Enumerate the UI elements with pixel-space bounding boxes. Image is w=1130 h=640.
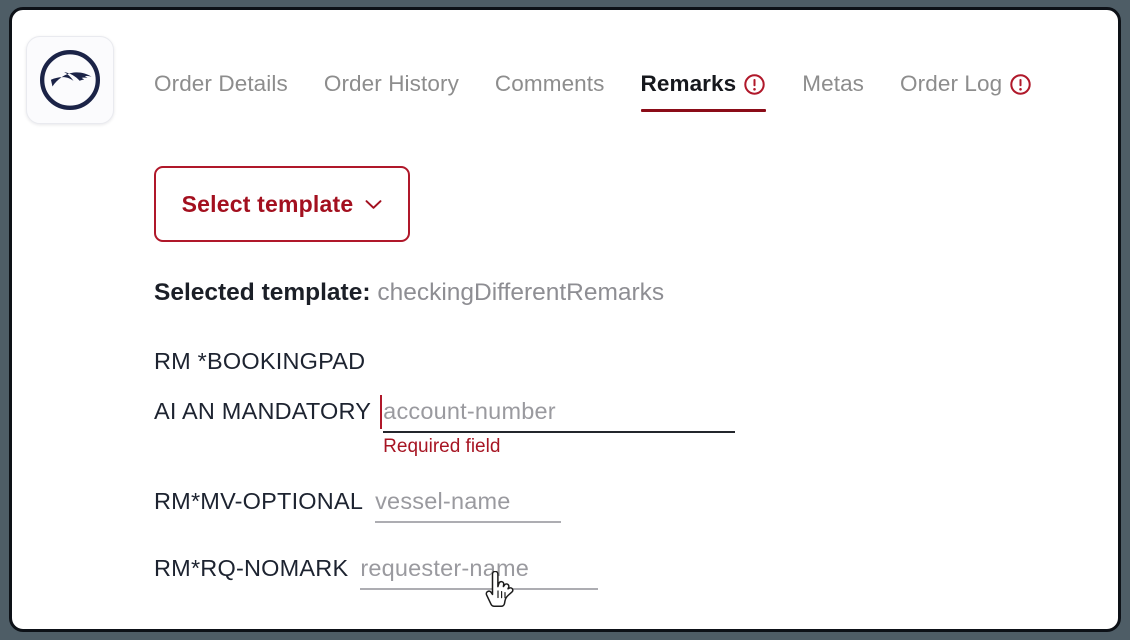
requester-name-placeholder[interactable]: requester-name	[360, 555, 598, 590]
selected-template-line: Selected template: checkingDifferentRema…	[154, 279, 664, 307]
chevron-down-icon	[365, 199, 382, 210]
field-underline	[360, 588, 599, 590]
selected-template-value: checkingDifferentRemarks	[377, 279, 665, 306]
tab-comments[interactable]: Comments	[495, 70, 605, 112]
tab-label: Order Log	[900, 71, 1003, 96]
form-row-mandatory: AI AN MANDATORY account-number Required …	[154, 395, 736, 457]
form-row-label: RM*RQ-NOMARK	[154, 555, 349, 581]
select-template-button[interactable]: Select template	[154, 166, 410, 242]
vessel-name-field[interactable]: vessel-name	[375, 488, 562, 523]
account-number-placeholder[interactable]: account-number	[383, 398, 735, 433]
form-row-optional: RM*MV-OPTIONAL vessel-name	[154, 488, 562, 523]
select-template-label: Select template	[181, 190, 354, 217]
active-tab-underline	[640, 109, 767, 112]
form-row-label: RM*MV-OPTIONAL	[154, 488, 364, 514]
tab-label: Order History	[323, 71, 459, 96]
tab-remarks[interactable]: Remarks	[640, 70, 767, 112]
tab-label: Remarks	[640, 71, 737, 96]
alert-circle-icon	[1009, 73, 1032, 96]
tab-order-log[interactable]: Order Log	[900, 70, 1032, 112]
requester-name-field[interactable]: requester-name	[360, 555, 599, 590]
form-row-label: RM *BOOKINGPAD	[154, 348, 366, 374]
tab-order-history[interactable]: Order History	[324, 70, 459, 112]
form-row-nomark: RM*RQ-NOMARK requester-name	[154, 555, 599, 590]
header: Order Details Order History Comments Rem…	[12, 10, 1118, 150]
tab-metas[interactable]: Metas	[802, 70, 864, 112]
tab-label: Order Details	[154, 71, 288, 96]
tab-label: Comments	[494, 71, 605, 96]
account-number-field[interactable]: account-number Required field	[380, 395, 736, 457]
app-logo-tile	[26, 36, 114, 124]
remarks-panel: Select template Selected template: check…	[12, 150, 1118, 629]
field-underline	[383, 431, 736, 433]
lufthansa-crane-logo-icon	[37, 47, 103, 113]
tab-bar: Order Details Order History Comments Rem…	[154, 70, 1102, 140]
tab-order-details[interactable]: Order Details	[154, 70, 288, 112]
alert-circle-icon	[743, 73, 766, 96]
field-underline	[375, 521, 562, 523]
application-window: Order Details Order History Comments Rem…	[9, 7, 1121, 632]
remarks-form: RM *BOOKINGPAD AI AN MANDATORY account-n…	[154, 348, 1118, 590]
form-row-label: AI AN MANDATORY	[154, 398, 372, 424]
tab-label: Metas	[802, 71, 865, 96]
required-field-error: Required field	[383, 436, 501, 457]
vessel-name-placeholder[interactable]: vessel-name	[375, 488, 561, 523]
text-caret	[380, 395, 383, 429]
selected-template-label: Selected template:	[154, 279, 371, 306]
form-row-bookingpad: RM *BOOKINGPAD	[154, 348, 1118, 375]
